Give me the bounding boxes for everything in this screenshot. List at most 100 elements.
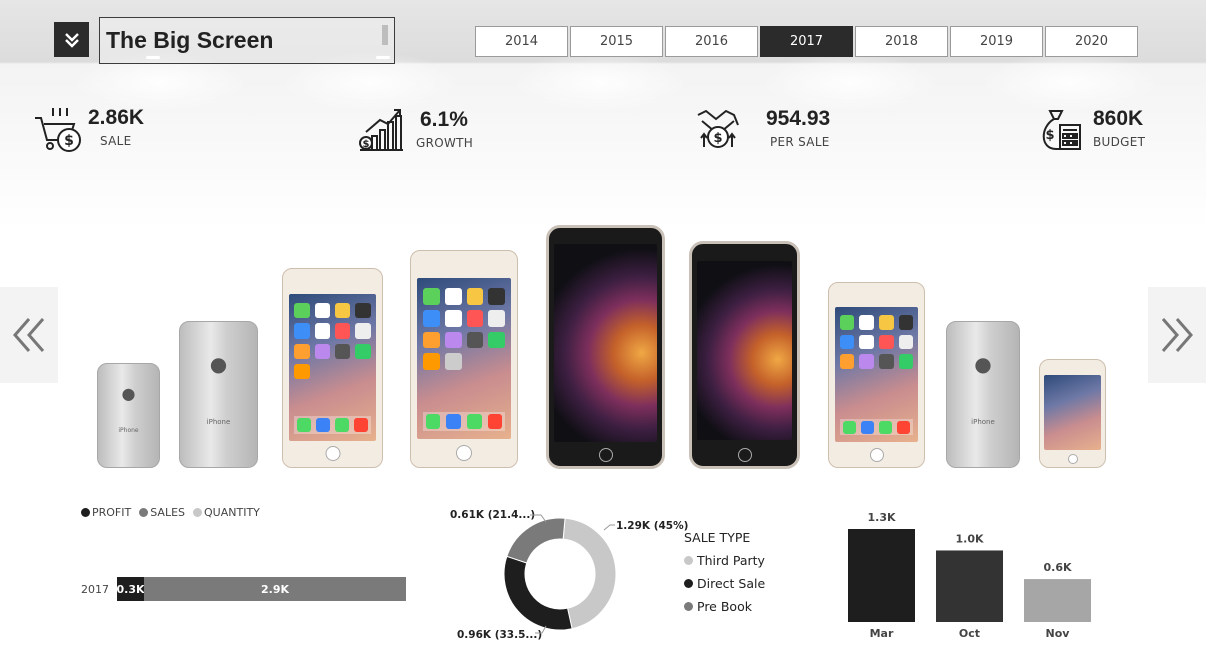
- legend-dot: [684, 579, 693, 588]
- title-textbox[interactable]: The Big Screen: [99, 17, 395, 64]
- bar-segment-sales[interactable]: 2.9K: [144, 577, 406, 601]
- phone-screen: [289, 294, 376, 441]
- double-chevron-right-icon: [1161, 318, 1193, 352]
- home-button: [1067, 454, 1078, 464]
- legend-dot: [139, 508, 149, 517]
- kpi-growth: $ 6.1% GROWTH: [358, 108, 473, 154]
- kpi-sale: $ 2.86K SALE: [33, 106, 144, 156]
- phone-brand-text: iPhone: [118, 427, 139, 434]
- legend-item-quantity[interactable]: QUANTITY: [193, 506, 260, 519]
- home-button: [737, 448, 752, 462]
- ceiling-light: [510, 52, 690, 112]
- phone-image[interactable]: [828, 282, 925, 468]
- kpi-budget-label: BUDGET: [1093, 135, 1146, 149]
- profit-sales-legend: PROFIT SALES QUANTITY: [81, 506, 260, 519]
- year-tab-2014[interactable]: 2014: [475, 26, 568, 57]
- resize-handle[interactable]: [376, 56, 390, 59]
- column-data-label: 1.0K: [955, 532, 983, 545]
- scrollbar[interactable]: [382, 25, 388, 45]
- profit-sales-bar-chart: 2017 0.3K 2.9K: [81, 577, 406, 601]
- monthly-sales-column-chart: 1.3K Mar 1.0K Oct 0.6K Nov: [848, 511, 1091, 640]
- year-tab-2015[interactable]: 2015: [570, 26, 663, 57]
- bar-category-label: 2017: [81, 582, 109, 596]
- phone-brand-text: iPhone: [206, 418, 231, 426]
- legend-label: Pre Book: [697, 599, 752, 614]
- sale-type-legend: SALE TYPE Third Party Direct Sale Pre Bo…: [684, 530, 765, 614]
- data-label: 2.9K: [260, 582, 289, 596]
- data-label: 0.3K: [116, 582, 145, 596]
- growth-chart-icon: $: [359, 109, 403, 151]
- legend-item-sales[interactable]: SALES: [139, 506, 185, 519]
- legend-dot: [81, 508, 90, 517]
- legend-dot: [684, 602, 693, 611]
- phone-image[interactable]: [546, 225, 665, 469]
- apple-logo-icon: ●: [121, 384, 136, 403]
- cart-dollar-icon: $: [35, 108, 81, 152]
- bar-segment-profit[interactable]: 0.3K: [116, 577, 145, 601]
- column-data-label: 0.6K: [1043, 561, 1071, 574]
- phone-screen: [697, 261, 792, 440]
- svg-text:$: $: [1045, 128, 1054, 143]
- phone-image[interactable]: [282, 268, 383, 468]
- double-chevron-down-icon: [64, 32, 79, 48]
- home-button: [456, 445, 472, 461]
- resize-handle[interactable]: [146, 56, 160, 59]
- column-bar-mar[interactable]: [848, 529, 915, 622]
- year-tab-2020[interactable]: 2020: [1045, 26, 1138, 57]
- year-tab-2016[interactable]: 2016: [665, 26, 758, 57]
- menu-toggle-button[interactable]: [54, 22, 89, 57]
- column-category-label: Nov: [1046, 627, 1071, 640]
- home-button: [325, 446, 340, 461]
- column-category-label: Oct: [959, 627, 980, 640]
- legend-label: SALES: [150, 506, 186, 519]
- ceiling-light: [760, 52, 940, 112]
- phone-screen: [835, 307, 918, 442]
- legend-label: Third Party: [697, 553, 765, 568]
- kpi-per-sale-label: PER SALE: [770, 135, 830, 149]
- phone-image[interactable]: [410, 250, 518, 468]
- phone-screen: [1044, 375, 1101, 450]
- kpi-budget: $ 860K BUDGET: [1038, 107, 1145, 153]
- kpi-per-sale-value: 954.93: [766, 107, 831, 130]
- apple-logo-icon: ●: [974, 352, 992, 376]
- phone-image[interactable]: ● iPhone: [97, 363, 160, 468]
- previous-button[interactable]: [0, 287, 58, 383]
- phone-image[interactable]: [1039, 359, 1106, 468]
- money-bag-calculator-icon: $: [1042, 110, 1081, 150]
- legend-title: SALE TYPE: [684, 530, 751, 545]
- kpi-sale-value: 2.86K: [88, 106, 145, 129]
- double-chevron-left-icon: [13, 318, 45, 352]
- legend-item-third-party[interactable]: Third Party: [684, 553, 765, 568]
- kpi-growth-label: GROWTH: [416, 136, 474, 150]
- svg-text:$: $: [363, 139, 370, 150]
- page-title: The Big Screen: [106, 27, 274, 53]
- year-tab-2017[interactable]: 2017: [760, 26, 853, 57]
- column-bar-nov[interactable]: [1024, 579, 1091, 622]
- phone-image[interactable]: [689, 241, 800, 469]
- year-tab-2019[interactable]: 2019: [950, 26, 1043, 57]
- svg-text:$: $: [64, 133, 74, 149]
- next-button[interactable]: [1148, 287, 1206, 383]
- donut-leader-lines: [530, 514, 615, 634]
- apple-logo-icon: ●: [209, 352, 228, 376]
- svg-text:$: $: [713, 131, 722, 146]
- column-bar-oct[interactable]: [936, 550, 1003, 622]
- kpi-growth-value: 6.1%: [420, 108, 468, 131]
- donut-data-label: 0.61K (21.4...): [450, 509, 536, 521]
- legend-dot: [684, 556, 693, 565]
- phone-screen: [554, 244, 657, 442]
- column-data-label: 1.3K: [867, 511, 895, 524]
- legend-item-profit[interactable]: PROFIT: [81, 506, 131, 519]
- legend-item-direct-sale[interactable]: Direct Sale: [684, 576, 765, 591]
- kpi-per-sale: $ 954.93 PER SALE: [696, 107, 830, 151]
- phone-image[interactable]: ● iPhone: [946, 321, 1020, 468]
- year-tab-2018[interactable]: 2018: [855, 26, 948, 57]
- home-button: [598, 448, 613, 462]
- phone-image[interactable]: ● iPhone: [179, 321, 258, 468]
- donut-data-label: 1.29K (45%): [616, 520, 689, 532]
- phone-screen: [417, 278, 511, 439]
- phone-brand-text: iPhone: [971, 418, 995, 426]
- ceiling-light: [980, 52, 1160, 112]
- column-category-label: Mar: [870, 627, 894, 640]
- legend-item-pre-book[interactable]: Pre Book: [684, 599, 765, 614]
